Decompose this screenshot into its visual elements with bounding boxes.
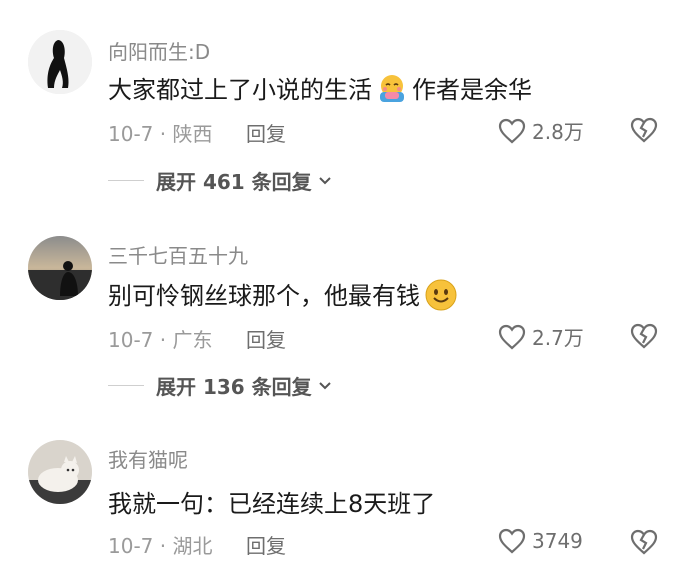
dislike-button[interactable] <box>630 323 658 353</box>
date-location: 10-7 · 湖北 <box>108 534 213 558</box>
divider-line <box>108 180 144 181</box>
comment-text: 我就一句：已经连续上8天班了 <box>108 484 435 519</box>
expand-replies-label: 展开 136 条回复 <box>156 375 312 399</box>
expand-replies-label: 展开 461 条回复 <box>156 170 312 194</box>
reply-button[interactable]: 回复 <box>246 118 286 147</box>
broken-heart-icon <box>630 117 658 143</box>
reply-button[interactable]: 回复 <box>246 324 286 353</box>
reply-button[interactable]: 回复 <box>246 530 286 559</box>
comment-text: 大家都过上了小说的生活 作者是余华 <box>108 70 532 105</box>
avatar[interactable] <box>28 236 92 300</box>
dislike-button[interactable] <box>630 529 658 559</box>
username[interactable]: 向阳而生:D <box>108 36 210 65</box>
username[interactable]: 三千七百五十九 <box>108 240 248 269</box>
like-button[interactable]: 2.8万 <box>498 116 584 145</box>
hug-emoji-icon <box>376 72 408 104</box>
chevron-down-icon <box>318 381 331 389</box>
date-location: 10-7 · 陕西 <box>108 122 213 146</box>
broken-heart-icon <box>630 323 658 349</box>
like-button[interactable]: 2.7万 <box>498 322 584 351</box>
like-count: 2.7万 <box>532 326 584 350</box>
smile-emoji-icon <box>424 278 457 310</box>
comment-text-part: 作者是余华 <box>412 76 532 104</box>
avatar[interactable] <box>28 30 92 94</box>
expand-replies-button[interactable]: 展开 136 条回复 <box>108 371 332 400</box>
expand-replies-button[interactable]: 展开 461 条回复 <box>108 166 332 195</box>
comment-text: 别可怜钢丝球那个，他最有钱 <box>108 276 460 311</box>
avatar[interactable] <box>28 440 92 504</box>
heart-icon <box>498 528 526 554</box>
heart-icon <box>498 118 526 143</box>
comment-text-part: 大家都过上了小说的生活 <box>108 76 372 104</box>
like-button[interactable]: 3749 <box>498 528 583 554</box>
divider-line <box>108 385 144 386</box>
heart-icon <box>498 324 526 349</box>
date-location: 10-7 · 广东 <box>108 328 213 352</box>
username[interactable]: 我有猫呢 <box>108 444 188 473</box>
chevron-down-icon <box>318 176 331 184</box>
broken-heart-icon <box>630 529 658 555</box>
like-count: 3749 <box>532 529 583 553</box>
like-count: 2.8万 <box>532 120 584 144</box>
comment-text-part: 别可怜钢丝球那个，他最有钱 <box>108 282 420 310</box>
comment-text-part: 我就一句：已经连续上8天班了 <box>108 490 436 518</box>
dislike-button[interactable] <box>630 117 658 147</box>
